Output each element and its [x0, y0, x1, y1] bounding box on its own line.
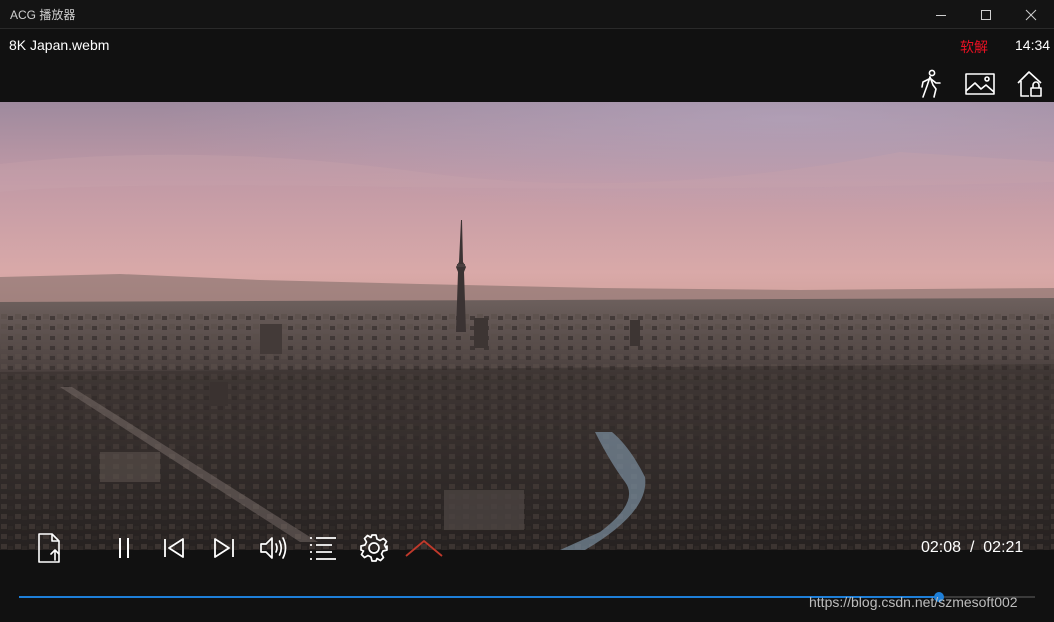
pause-button[interactable] — [108, 530, 140, 566]
title-bar: ACG 播放器 — [0, 0, 1054, 29]
volume-icon — [260, 537, 287, 559]
progress-fill — [19, 596, 940, 598]
playlist-button[interactable] — [307, 530, 339, 566]
video-frame[interactable] — [0, 102, 1054, 550]
minimize-icon — [936, 14, 946, 16]
maximize-button[interactable] — [963, 0, 1009, 29]
lock-house-icon — [1017, 71, 1042, 97]
playlist-icon — [310, 537, 336, 560]
city-skyline-video-image — [0, 102, 1054, 550]
previous-button[interactable] — [158, 530, 190, 566]
walking-mode-button[interactable] — [915, 68, 945, 100]
open-file-button[interactable] — [33, 530, 65, 566]
time-separator: / — [969, 539, 975, 556]
minimize-button[interactable] — [918, 0, 964, 29]
screenshot-button[interactable] — [965, 68, 995, 100]
lock-button[interactable] — [1015, 68, 1045, 100]
settings-icon — [360, 534, 388, 562]
total-time: 02:21 — [983, 539, 1024, 556]
system-clock: 14:34 — [1015, 37, 1051, 53]
info-bar: 8K Japan.webm 软解 14:34 — [0, 30, 1054, 102]
decode-mode-badge[interactable]: 软解 — [960, 37, 988, 57]
next-icon — [214, 538, 234, 558]
previous-icon — [164, 538, 184, 558]
volume-button[interactable] — [258, 530, 290, 566]
file-name: 8K Japan.webm — [9, 37, 110, 53]
settings-button[interactable] — [358, 530, 390, 566]
time-readout: 02:08 / 02:21 — [921, 539, 1023, 557]
close-icon — [1025, 9, 1037, 20]
collapse-chevron-icon — [405, 540, 443, 557]
collapse-controls-button[interactable] — [404, 530, 444, 566]
pause-icon — [119, 538, 129, 558]
watermark-text: https://blog.csdn.net/szmesoft002 — [809, 594, 1018, 610]
open-file-icon — [38, 533, 60, 563]
playback-controls: 02:08 / 02:21 — [0, 528, 1054, 568]
next-button[interactable] — [208, 530, 240, 566]
walking-person-icon — [921, 69, 941, 98]
image-icon — [965, 73, 995, 95]
app-title: ACG 播放器 — [10, 8, 76, 22]
maximize-icon — [981, 9, 991, 20]
current-time: 02:08 — [921, 539, 962, 556]
close-button[interactable] — [1008, 0, 1054, 29]
